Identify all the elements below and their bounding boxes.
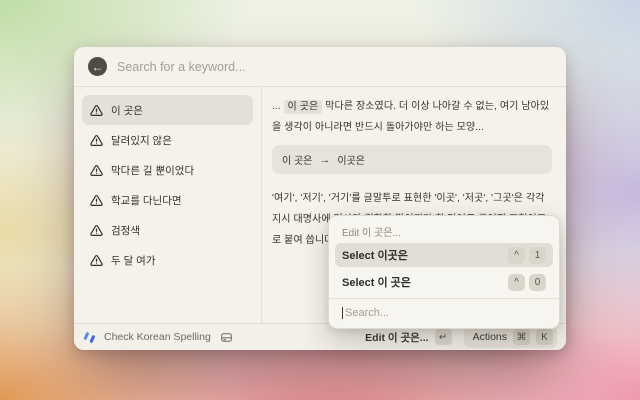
sidebar-item-label: 막다른 길 뿐이었다	[111, 163, 194, 178]
suggestion-from: 이 곳은	[282, 152, 312, 167]
return-key-icon: ↵	[435, 329, 452, 345]
text-cursor	[342, 307, 343, 319]
suggestion-to: 이곳은	[337, 152, 365, 167]
storage-icon	[220, 331, 233, 344]
popup-item-0[interactable]: Select 이곳은 ^ 1	[335, 243, 553, 267]
warning-icon	[90, 224, 103, 237]
k-key-badge: K	[536, 329, 553, 345]
sidebar-item-4[interactable]: 검정색	[82, 215, 253, 245]
num-key-badge: 1	[529, 247, 546, 264]
warning-icon	[90, 254, 103, 267]
sidebar-item-0[interactable]: 이 곳은	[82, 95, 253, 125]
search-bar: ← Search for a keyword...	[74, 47, 566, 87]
context-paragraph: ... 이 곳은 막다른 장소였다. 더 이상 나아갈 수 없는, 여기 남아있…	[272, 96, 552, 138]
arrow-right-icon: →	[319, 154, 330, 166]
sidebar-item-5[interactable]: 두 달 여가	[82, 245, 253, 275]
actions-button[interactable]: Actions ⌘ K	[464, 326, 557, 348]
extension-name: Check Korean Spelling	[104, 331, 211, 343]
warning-icon	[90, 134, 103, 147]
command-key-icon: ⌘	[513, 329, 530, 345]
sidebar-item-1[interactable]: 달려있지 않은	[82, 125, 253, 155]
highlighted-token: 이 곳은	[284, 100, 323, 114]
warning-icon	[90, 194, 103, 207]
warning-icon	[90, 164, 103, 177]
popup-item-label: Select 이곳은	[342, 247, 408, 263]
suggestion-box: 이 곳은 → 이곳은	[272, 145, 552, 174]
sidebar-item-label: 이 곳은	[111, 103, 143, 118]
popup-search-placeholder: Search...	[345, 307, 389, 319]
popup-list: Select 이곳은 ^ 1 Select 이 곳은 ^ 0	[329, 243, 559, 294]
sidebar-item-label: 학교를 다닌다면	[111, 193, 182, 208]
actions-label: Actions	[473, 331, 507, 343]
ctrl-key-badge: ^	[508, 247, 525, 264]
popup-search-input[interactable]: Search...	[329, 299, 559, 328]
search-input[interactable]: Search for a keyword...	[117, 60, 246, 74]
primary-action-label[interactable]: Edit 이 곳은...	[365, 330, 428, 345]
actions-popup: Edit 이 곳은... Select 이곳은 ^ 1 Select 이 곳은 …	[328, 215, 560, 329]
ctrl-key-badge: ^	[508, 274, 525, 291]
sidebar-item-label: 검정색	[111, 223, 140, 238]
popup-header: Edit 이 곳은...	[329, 216, 559, 243]
sidebar-item-label: 달려있지 않은	[111, 133, 172, 148]
extension-logo-icon	[83, 331, 97, 344]
sidebar-item-2[interactable]: 막다른 길 뿐이었다	[82, 155, 253, 185]
results-sidebar: 이 곳은 달려있지 않은 막다른 길 뿐이었다 학교를 다닌다면 검정색 두 달	[74, 87, 262, 323]
warning-icon	[90, 104, 103, 117]
popup-item-1[interactable]: Select 이 곳은 ^ 0	[335, 270, 553, 294]
num-key-badge: 0	[529, 274, 546, 291]
popup-item-shortcut: ^ 0	[508, 274, 546, 291]
sidebar-item-label: 두 달 여가	[111, 253, 155, 268]
statusbar-left: Check Korean Spelling	[83, 331, 233, 344]
statusbar-right: Edit 이 곳은... ↵ Actions ⌘ K	[365, 326, 557, 348]
popup-item-shortcut: ^ 1	[508, 247, 546, 264]
back-button[interactable]: ←	[88, 57, 107, 76]
back-arrow-icon: ←	[92, 61, 104, 73]
popup-item-label: Select 이 곳은	[342, 274, 411, 290]
sidebar-item-3[interactable]: 학교를 다닌다면	[82, 185, 253, 215]
